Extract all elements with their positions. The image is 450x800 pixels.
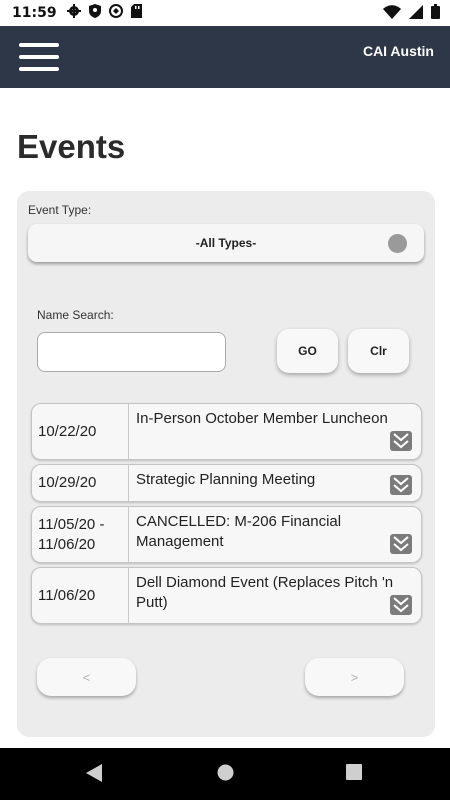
event-name: In-Person October Member Luncheon: [136, 410, 388, 427]
expand-chevron-icon[interactable]: [390, 534, 412, 554]
back-icon[interactable]: [86, 764, 102, 787]
signal-icon: [409, 4, 423, 23]
event-date: 11/05/20 - 11/06/20: [32, 507, 129, 562]
events-panel: Event Type: -All Types- Name Search: GO …: [17, 191, 435, 737]
clear-button[interactable]: Clr: [348, 329, 409, 373]
event-row[interactable]: 10/29/20 Strategic Planning Meeting: [31, 464, 422, 502]
page-title: Events: [17, 128, 126, 165]
battery-icon: [431, 4, 440, 23]
name-search-input[interactable]: [37, 332, 226, 372]
hamburger-menu-icon[interactable]: [19, 43, 59, 71]
event-name: CANCELLED: M-206 Financial Management: [136, 513, 342, 550]
wifi-icon: [383, 4, 401, 23]
expand-chevron-icon[interactable]: [390, 431, 412, 451]
event-name: Strategic Planning Meeting: [136, 471, 316, 488]
home-icon[interactable]: [217, 764, 234, 786]
sd-card-icon: [130, 4, 142, 22]
event-row[interactable]: 10/22/20 In-Person October Member Lunche…: [31, 403, 422, 460]
recents-icon[interactable]: [346, 764, 362, 785]
dropdown-knob-icon: [388, 234, 407, 253]
app-bar: CAI Austin: [0, 26, 450, 88]
gear-icon: [66, 4, 81, 22]
event-type-value: -All Types-: [195, 236, 257, 250]
event-type-select[interactable]: -All Types-: [28, 224, 424, 262]
event-date: 11/06/20: [32, 568, 129, 623]
event-date: 10/22/20: [32, 404, 129, 459]
expand-chevron-icon[interactable]: [390, 475, 412, 495]
status-time: 11:59: [12, 5, 57, 21]
event-row[interactable]: 11/05/20 - 11/06/20 CANCELLED: M-206 Fin…: [31, 506, 422, 563]
event-name: Dell Diamond Event (Replaces Pitch 'n Pu…: [136, 574, 394, 611]
app-title: CAI Austin: [362, 43, 434, 59]
shield-icon: [88, 4, 101, 22]
prev-page-button[interactable]: <: [37, 658, 136, 696]
vpn-icon: [108, 4, 123, 22]
next-page-button[interactable]: >: [305, 658, 404, 696]
expand-chevron-icon[interactable]: [390, 595, 412, 615]
status-bar: 11:59: [0, 0, 450, 26]
event-type-label: Event Type:: [28, 203, 92, 217]
name-search-label: Name Search:: [37, 308, 114, 322]
events-list: 10/22/20 In-Person October Member Lunche…: [31, 403, 422, 628]
go-button[interactable]: GO: [277, 329, 338, 373]
event-date: 10/29/20: [32, 465, 129, 501]
system-nav-bar: [0, 748, 450, 800]
event-row[interactable]: 11/06/20 Dell Diamond Event (Replaces Pi…: [31, 567, 422, 624]
